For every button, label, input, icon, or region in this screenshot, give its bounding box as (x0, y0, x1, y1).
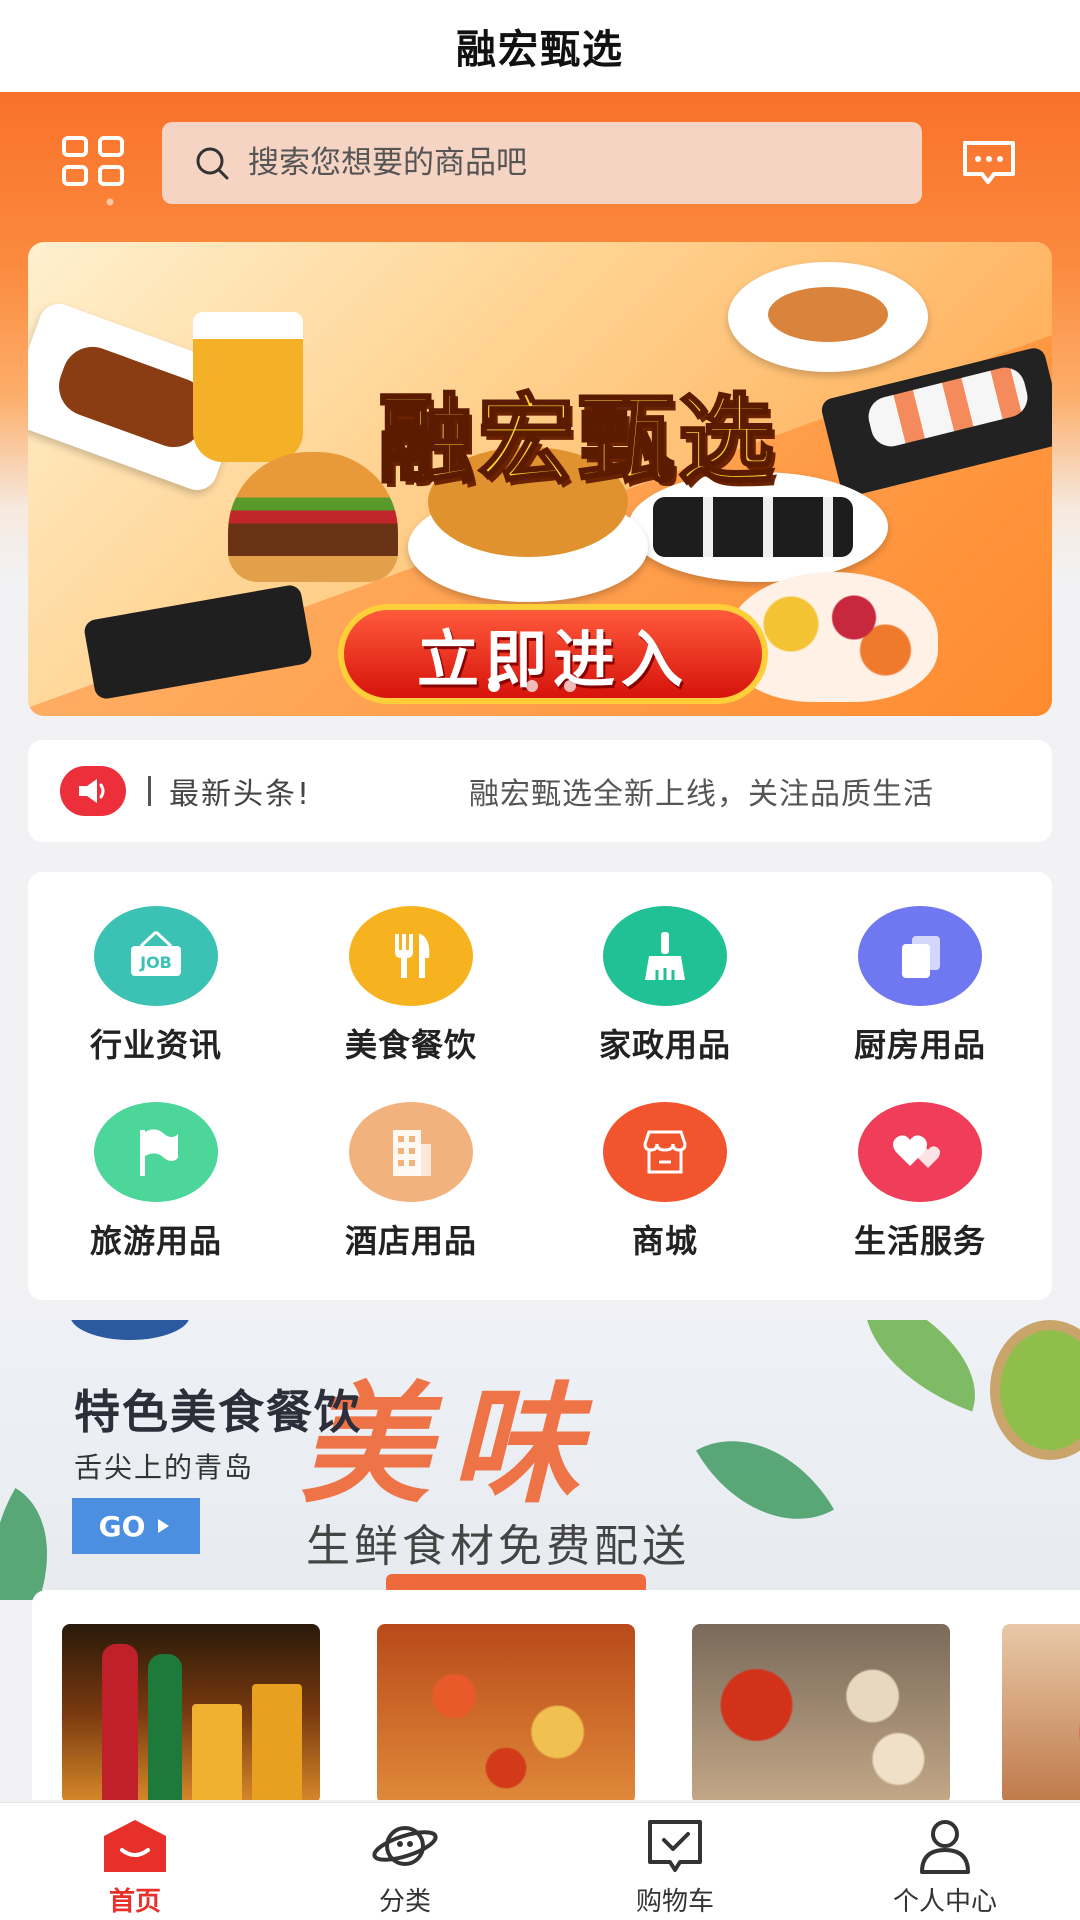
title-bar: 融宏甄选 (0, 0, 1080, 92)
promo-slogan: 生鲜食材免费配送 (306, 1521, 690, 1572)
carousel-dot[interactable] (526, 680, 538, 692)
banner-title: 融宏甄选 (377, 383, 778, 498)
beer-product-image[interactable] (62, 1624, 320, 1800)
category-item-kitchen[interactable]: 厨房用品 (820, 906, 1020, 1076)
news-label: 最新头条! (169, 777, 312, 812)
tab-cart[interactable]: 购物车 (540, 1803, 810, 1920)
tab-home[interactable]: 首页 (0, 1803, 270, 1920)
product-row (32, 1590, 1080, 1800)
search-icon (196, 147, 229, 180)
category-item-hotel[interactable]: 酒店用品 (311, 1102, 511, 1272)
promo-subtitle: 舌尖上的青岛 (74, 1451, 255, 1484)
planet-icon (370, 1815, 440, 1877)
category-label: 行业资讯 (89, 1026, 222, 1064)
app-title: 融宏甄选 (456, 27, 624, 73)
job-sign-icon: JOB (94, 906, 218, 1006)
flag-icon (94, 1102, 218, 1202)
seafood-platter-product-image[interactable] (692, 1624, 950, 1800)
main-banner[interactable]: 融宏甄选 立即进入 (28, 242, 1052, 716)
tab-profile[interactable]: 个人中心 (810, 1803, 1080, 1920)
category-label: 家政用品 (598, 1026, 731, 1064)
carousel-indicator (488, 680, 576, 692)
play-arrow-icon (158, 1519, 170, 1533)
tab-label: 个人中心 (892, 1887, 997, 1917)
category-item-industry-news[interactable]: JOB 行业资讯 (56, 906, 256, 1076)
svg-text:JOB: JOB (139, 953, 172, 972)
bowl-decoration (70, 1320, 190, 1340)
fork-knife-icon (349, 906, 473, 1006)
cart-check-icon (640, 1815, 710, 1877)
category-item-life-service[interactable]: 生活服务 (820, 1102, 1020, 1272)
tab-label: 首页 (108, 1887, 161, 1917)
crab-product-image[interactable] (1002, 1624, 1080, 1800)
tab-category[interactable]: 分类 (270, 1803, 540, 1920)
go-label: GO (98, 1509, 146, 1543)
shop-icon (603, 1102, 727, 1202)
search-bar[interactable] (162, 122, 922, 204)
megaphone-icon (60, 766, 126, 816)
grid-icon (62, 136, 88, 157)
hearts-icon (858, 1102, 982, 1202)
carousel-dot[interactable] (564, 680, 576, 692)
promo-banner[interactable]: 美味 特色美食餐饮 舌尖上的青岛 GO 生鲜食材免费配送 (0, 1320, 1080, 1600)
category-label: 美食餐饮 (344, 1026, 477, 1064)
crayfish-product-image[interactable] (377, 1624, 635, 1800)
promo-title: 特色美食餐饮 (74, 1385, 362, 1439)
category-item-housekeeping[interactable]: 家政用品 (565, 906, 765, 1076)
search-input[interactable] (248, 145, 848, 181)
message-icon[interactable] (960, 138, 1018, 188)
category-item-mall[interactable]: 商城 (565, 1102, 765, 1272)
building-icon (349, 1102, 473, 1202)
category-label: 厨房用品 (853, 1026, 986, 1064)
category-label: 酒店用品 (344, 1222, 477, 1260)
beer-glass-image (193, 312, 303, 462)
bottom-tab-bar: 首页 分类 购物车 个人中心 (0, 1802, 1080, 1920)
copy-cards-icon (858, 906, 982, 1006)
category-label: 旅游用品 (89, 1222, 222, 1260)
category-panel: JOB 行业资讯 美食餐饮 家政用品 厨房用品 旅游用品 酒店用品 商城 生活服… (28, 872, 1052, 1300)
category-item-food-dining[interactable]: 美食餐饮 (311, 906, 511, 1076)
go-button[interactable]: GO (72, 1498, 200, 1554)
leaf-decoration (840, 1320, 1000, 1412)
home-icon (100, 1815, 170, 1877)
divider (148, 776, 151, 806)
news-ticker[interactable]: 最新头条! 融宏甄选全新上线，关注品质生活 (28, 740, 1052, 842)
category-grid-button[interactable] (62, 136, 124, 186)
news-text[interactable]: 融宏甄选全新上线，关注品质生活 (469, 769, 1029, 813)
tab-label: 分类 (378, 1887, 431, 1917)
carousel-dot[interactable] (488, 680, 500, 692)
category-item-travel[interactable]: 旅游用品 (56, 1102, 256, 1272)
broom-icon (603, 906, 727, 1006)
category-label: 生活服务 (853, 1222, 986, 1260)
category-label: 商城 (631, 1222, 698, 1260)
tab-label: 购物车 (635, 1887, 714, 1917)
leaf-decoration (696, 1405, 834, 1555)
dish-decoration (990, 1320, 1080, 1460)
user-icon (910, 1815, 980, 1877)
